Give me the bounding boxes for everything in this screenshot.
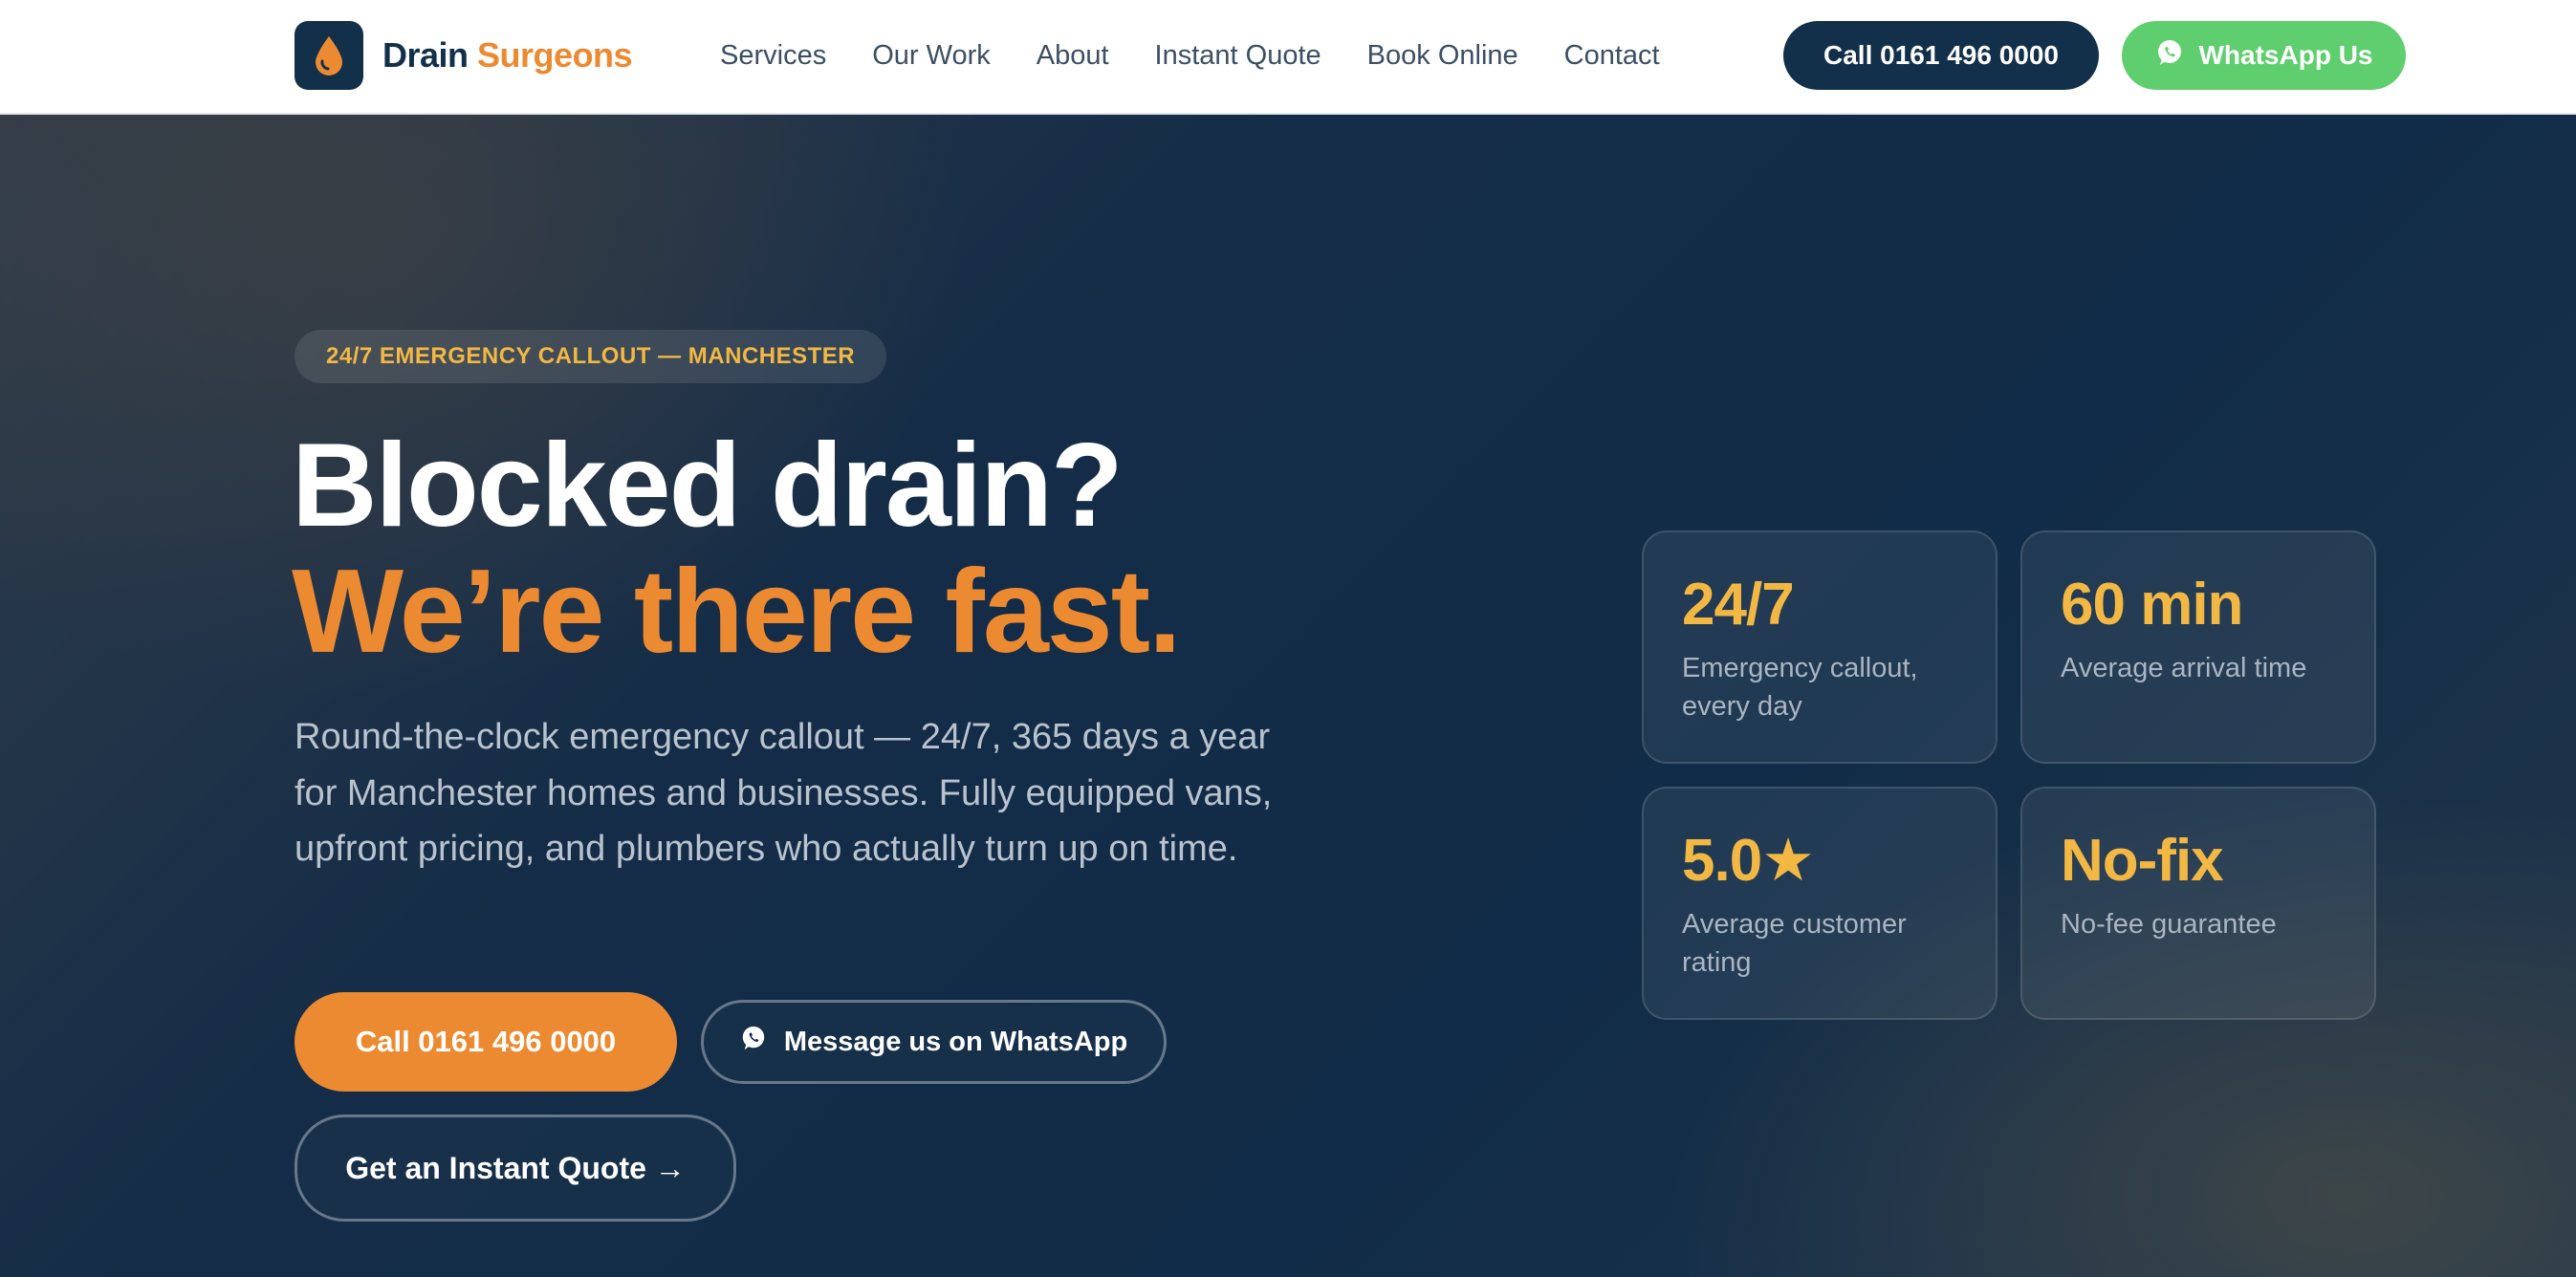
nav-item-instant-quote[interactable]: Instant Quote	[1155, 40, 1321, 72]
nav-item-services[interactable]: Services	[720, 40, 826, 72]
stat-value: No-fix	[2061, 828, 2224, 894]
hero-section: 24/7 EMERGENCY CALLOUT — MANCHESTER Bloc…	[0, 115, 2576, 1277]
hero-whatsapp-label: Message us on WhatsApp	[783, 1026, 1128, 1057]
stat-card-callout: 24/7 Emergency callout, every day	[1642, 530, 1997, 764]
instant-quote-label: Get an Instant Quote →	[345, 1150, 686, 1185]
nav-item-contact[interactable]: Contact	[1564, 40, 1660, 72]
stat-value: 5.0★	[1682, 828, 1815, 894]
stat-label: Emergency callout, every day	[1682, 653, 1918, 722]
stat-card-rating: 5.0★ Average customer rating	[1642, 787, 1997, 1020]
header-whatsapp-button[interactable]: WhatsApp Us	[2122, 21, 2406, 90]
brand-name-part1: Drain	[382, 35, 469, 75]
water-drop-icon	[295, 21, 363, 90]
hero-headline: Blocked drain? We’re there fast.	[292, 420, 1182, 678]
stat-card-guarantee: No-fix No-fee guarantee	[2020, 787, 2376, 1020]
whatsapp-icon	[2155, 38, 2184, 74]
brand-name: Drain Surgeons	[382, 35, 633, 76]
stat-label: Average arrival time	[2061, 653, 2307, 683]
header-call-label: Call 0161 496 0000	[1823, 40, 2059, 70]
stat-card-arrival: 60 min Average arrival time	[2020, 530, 2376, 764]
main-nav: Services Our Work About Instant Quote Bo…	[720, 0, 1660, 111]
headline-line-2: We’re there fast.	[292, 546, 1182, 678]
stat-label: Average customer rating	[1682, 909, 1907, 978]
brand-name-part2: Surgeons	[477, 35, 633, 75]
stat-label: No-fee guarantee	[2061, 909, 2277, 940]
brand-logo[interactable]: Drain Surgeons	[295, 21, 633, 90]
nav-item-about[interactable]: About	[1037, 40, 1109, 72]
headline-line-1: Blocked drain?	[292, 420, 1124, 552]
hero-whatsapp-button[interactable]: Message us on WhatsApp	[701, 1000, 1167, 1084]
hero-description: Round-the-clock emergency callout — 24/7…	[295, 717, 1273, 869]
stat-value: 60 min	[2061, 572, 2243, 638]
header-whatsapp-label: WhatsApp Us	[2198, 40, 2373, 70]
header-call-button[interactable]: Call 0161 496 0000	[1783, 21, 2099, 90]
site-header: Drain Surgeons Services Our Work About I…	[0, 0, 2576, 115]
nav-item-our-work[interactable]: Our Work	[872, 40, 991, 72]
stat-value: 24/7	[1682, 572, 1795, 638]
hero-call-label: Call 0161 496 0000	[355, 1025, 617, 1058]
emergency-badge: 24/7 EMERGENCY CALLOUT — MANCHESTER	[295, 330, 887, 383]
instant-quote-button[interactable]: Get an Instant Quote →	[295, 1115, 736, 1222]
whatsapp-icon	[740, 1025, 767, 1059]
hero-call-button[interactable]: Call 0161 496 0000	[295, 992, 677, 1092]
nav-item-book-online[interactable]: Book Online	[1367, 40, 1518, 72]
